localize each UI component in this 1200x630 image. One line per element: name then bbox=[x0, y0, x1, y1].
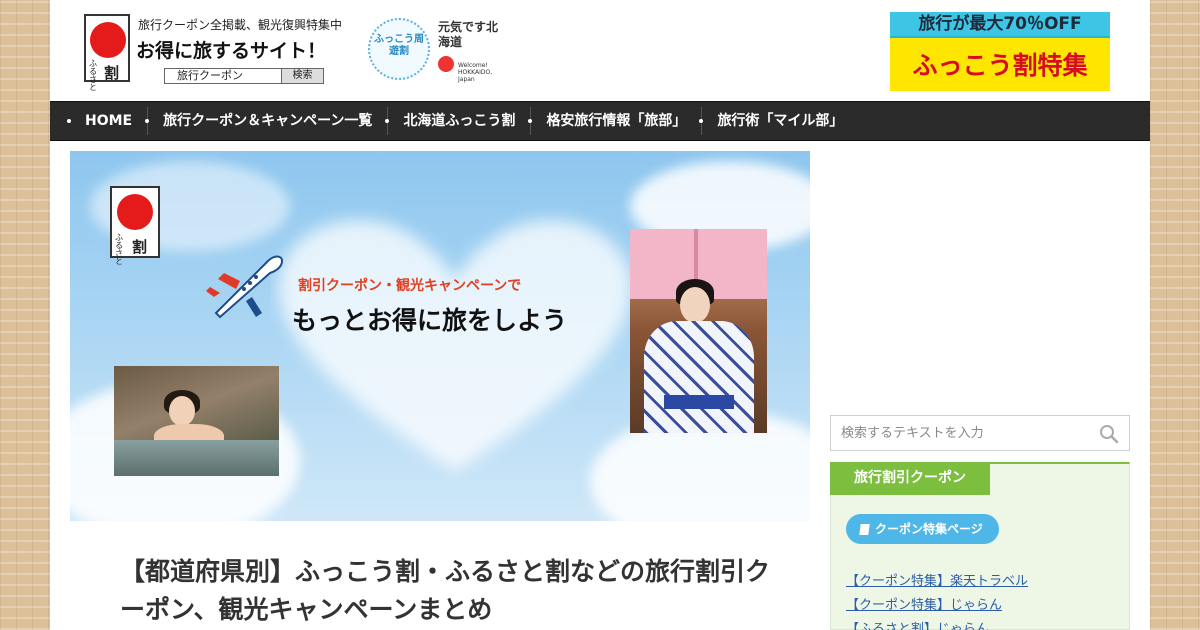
wood-background-right bbox=[1150, 0, 1200, 630]
coupon-feature-button[interactable]: クーポン特集ページ bbox=[846, 514, 999, 544]
article-title: 【都道府県別】ふっこう割・ふるさと割などの旅行割引クーポン、観光キャンペーンまと… bbox=[120, 557, 771, 624]
search-input[interactable] bbox=[831, 416, 1093, 450]
hokkaido-flower-icon bbox=[438, 56, 454, 72]
book-icon bbox=[859, 523, 870, 535]
logo-tagline: 旅行クーポン全掲載、観光復興特集中 bbox=[138, 18, 343, 32]
red-sun-icon bbox=[117, 194, 153, 230]
furusato-wari-logo-mark: ふるさと 割 bbox=[84, 14, 130, 92]
logo-search-graphic: 旅行クーポン 検索 bbox=[164, 68, 324, 84]
widget-link-list: 【クーポン特集】楽天トラベル 【クーポン特集】じゃらん 【ふるさと割】じゃらん bbox=[846, 570, 1028, 630]
logo-search-button: 検索 bbox=[281, 69, 323, 83]
hero-furusato-logo: ふるさと 割 bbox=[110, 186, 160, 266]
nav-item-tabibu[interactable]: 格安旅行情報「旅部」 bbox=[528, 107, 703, 135]
photo-detail bbox=[664, 395, 734, 409]
ad-banner-bottom: ふっこう割特集 bbox=[890, 36, 1110, 91]
hero-main-copy: もっとお得に旅をしよう bbox=[292, 306, 568, 335]
nav-item-mile-bu[interactable]: 旅行術「マイル部」 bbox=[699, 107, 858, 135]
hero-banner[interactable]: ふるさと 割 割引クーポン・観光キャンペーンで もっとお得に旅をしよう bbox=[70, 151, 810, 521]
yukata-woman-photo bbox=[630, 229, 767, 433]
wood-background-left bbox=[0, 0, 50, 630]
page-container: ふるさと 割 旅行クーポン全掲載、観光復興特集中 お得に旅するサイト！ 旅行クー… bbox=[50, 0, 1150, 630]
genki-text: 元気です北海道 bbox=[438, 20, 499, 49]
logo-title: お得に旅するサイト！ bbox=[136, 40, 327, 62]
link-jalan-furusato[interactable]: 【ふるさと割】じゃらん bbox=[846, 618, 1028, 630]
photo-detail bbox=[169, 396, 195, 426]
nav-item-hokkaido-fukkowari[interactable]: 北海道ふっこう割 bbox=[385, 107, 532, 135]
site-header: ふるさと 割 旅行クーポン全掲載、観光復興特集中 お得に旅するサイト！ 旅行クー… bbox=[50, 0, 1150, 100]
fukkowari-ad-banner[interactable]: 旅行が最大70％OFF ふっこう割特集 bbox=[890, 12, 1110, 91]
sidebar-search bbox=[830, 415, 1130, 451]
genki-small-text: Welcome! HOKKAIDO, Japan bbox=[458, 62, 493, 83]
airplane-icon bbox=[206, 255, 284, 319]
onsen-woman-photo bbox=[114, 366, 279, 476]
widget-title: 旅行割引クーポン bbox=[830, 462, 990, 495]
link-rakuten-coupon[interactable]: 【クーポン特集】楽天トラベル bbox=[846, 570, 1028, 594]
coupon-widget: 旅行割引クーポン クーポン特集ページ 【クーポン特集】楽天トラベル 【クーポン特… bbox=[830, 462, 1130, 630]
photo-detail bbox=[644, 321, 754, 433]
search-icon[interactable] bbox=[1099, 424, 1119, 444]
logo-mark-furusato: ふるさと bbox=[89, 59, 97, 92]
hero-logo-furusato: ふるさと bbox=[115, 233, 123, 266]
fukko-badge-text: ふっこう周遊割 bbox=[374, 34, 424, 57]
red-sun-icon bbox=[90, 22, 126, 58]
logo-mark-wari: 割 bbox=[104, 64, 120, 82]
main-navigation: HOME 旅行クーポン＆キャンペーン一覧 北海道ふっこう割 格安旅行情報「旅部」… bbox=[50, 101, 1150, 141]
logo-search-label: 旅行クーポン bbox=[177, 69, 243, 82]
heart-cloud-shape bbox=[278, 219, 632, 471]
hero-logo-wari: 割 bbox=[132, 238, 148, 256]
photo-detail bbox=[114, 440, 279, 476]
link-jalan-coupon[interactable]: 【クーポン特集】じゃらん bbox=[846, 594, 1028, 618]
fukko-shuyu-badge: ふっこう周遊割 bbox=[368, 18, 430, 80]
photo-detail bbox=[680, 287, 710, 323]
nav-item-home[interactable]: HOME bbox=[66, 107, 149, 135]
site-logo[interactable]: ふるさと 割 旅行クーポン全掲載、観光復興特集中 お得に旅するサイト！ 旅行クー… bbox=[84, 14, 504, 92]
genki-hokkaido-logo: 元気です北海道 Welcome! HOKKAIDO, Japan bbox=[438, 20, 499, 83]
coupon-feature-button-label: クーポン特集ページ bbox=[875, 522, 983, 536]
hero-subtitle: 割引クーポン・観光キャンペーンで bbox=[298, 278, 522, 294]
nav-item-coupon-list[interactable]: 旅行クーポン＆キャンペーン一覧 bbox=[145, 107, 389, 135]
ad-banner-top: 旅行が最大70％OFF bbox=[890, 12, 1110, 36]
